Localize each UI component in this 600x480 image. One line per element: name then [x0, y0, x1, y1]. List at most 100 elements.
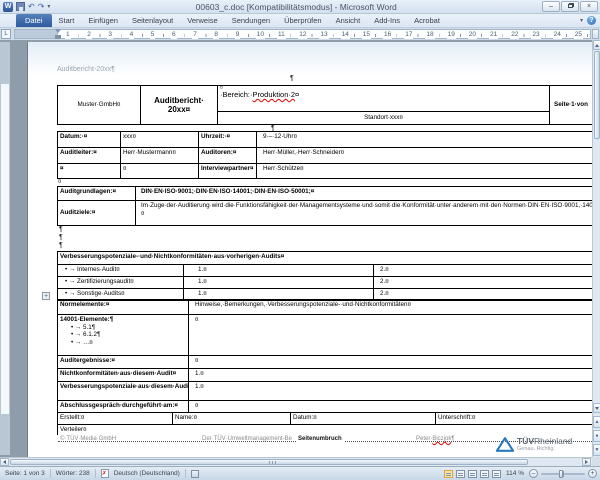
hanging-indent-marker[interactable]	[55, 35, 61, 39]
tab-seitenlayout[interactable]: Seitenlayout	[125, 14, 180, 27]
tab-datei[interactable]: Datei	[16, 14, 52, 27]
elemente-14001-cell[interactable]: 14001-Elemente:¶ • → 5.1¶ • → 6.1.2¶ • →…	[58, 315, 189, 356]
scroll-left-button[interactable]	[0, 458, 9, 466]
document-area: Auditbericht-20xx¶ ¶ Muster·GmbH¤ Auditb…	[0, 40, 600, 457]
unterschrift-cell[interactable]: Unterschrift:¤	[436, 413, 592, 425]
print-layout-view-button[interactable]	[444, 470, 453, 478]
minimize-button[interactable]: –	[542, 1, 560, 12]
tab-verweise[interactable]: Verweise	[180, 14, 224, 27]
scroll-down-button[interactable]	[593, 403, 600, 413]
signature-table: Erstellt:¤ Name:¤ Datum:¤ Unterschrift:¤…	[57, 412, 592, 435]
auditergebnisse-value-cell[interactable]: ¤	[189, 356, 592, 369]
ruler-number: 3	[107, 30, 113, 39]
outline-view-button[interactable]	[480, 470, 489, 478]
uhrzeit-value-cell[interactable]: 9·–·12·Uhr¤	[257, 132, 592, 148]
document-page[interactable]: Auditbericht-20xx¶ ¶ Muster·GmbH¤ Auditb…	[28, 42, 592, 457]
page-number-cell[interactable]: Seite·1·von	[550, 86, 592, 125]
horizontal-scrollbar[interactable]	[0, 457, 600, 466]
zertifizierungsaudit-cell[interactable]: • → Zertifizierungsaudit¤	[58, 277, 184, 289]
tab-stop-selector[interactable]: L	[1, 29, 11, 39]
vertical-scroll-thumb[interactable]	[594, 51, 600, 139]
auditziele-label-cell[interactable]: Auditziele:¤	[58, 201, 136, 226]
ruler-number: 7	[192, 30, 198, 39]
zoom-level[interactable]: 114 %	[504, 470, 526, 477]
empty-label-cell[interactable]: ¤	[58, 164, 121, 179]
tab-einfuegen[interactable]: Einfügen	[81, 14, 125, 27]
tab-sendungen[interactable]: Sendungen	[225, 14, 277, 27]
tab-addins[interactable]: Add-Ins	[367, 14, 407, 27]
uhrzeit-label-cell[interactable]: Uhrzeit:·¤	[199, 132, 257, 148]
interviewpartner-label-cell[interactable]: Interviewpartner¤	[199, 164, 257, 179]
close-button[interactable]: ×	[580, 1, 598, 12]
vorherige-audits-header-cell[interactable]: Verbesserungspotenziale-·und·Nichtkonfor…	[58, 252, 592, 265]
erstellt-cell[interactable]: Erstellt:¤	[58, 413, 173, 425]
elemente-14001-value-cell[interactable]: ¤	[189, 315, 592, 356]
datum-value-cell[interactable]: xxx¤	[121, 132, 199, 148]
table-move-handle-icon[interactable]: +	[42, 292, 50, 300]
help-icon[interactable]: ?	[587, 16, 596, 25]
ruler-number: 17	[404, 30, 413, 39]
web-layout-view-button[interactable]	[468, 470, 477, 478]
vertical-scrollbar[interactable]: ▲ ● ▼	[592, 40, 600, 457]
draft-view-button[interactable]	[492, 470, 501, 478]
company-cell[interactable]: Muster·GmbH¤	[58, 86, 141, 125]
standort-row[interactable]: Standort·xxx¤	[218, 111, 549, 124]
nichtkonformitaeten-value-cell[interactable]: 1.¤	[189, 369, 592, 382]
datum-label-cell[interactable]: Datum:·¤	[58, 132, 121, 148]
verteiler-cell[interactable]: Verteiler¤	[58, 425, 592, 435]
internes-audit-cell[interactable]: • → Internes·Audit¤	[58, 265, 184, 277]
auditergebnisse-label-cell[interactable]: Auditergebnisse:¤	[58, 356, 189, 369]
save-icon[interactable]	[16, 2, 25, 11]
zertifizierungsaudit-value1-cell[interactable]: 1.¤	[184, 277, 374, 289]
tab-start[interactable]: Start	[52, 14, 82, 27]
zoom-slider-thumb[interactable]	[559, 470, 563, 478]
auditleiter-label-cell[interactable]: Auditleiter:¤	[58, 148, 121, 164]
tab-ansicht[interactable]: Ansicht	[329, 14, 368, 27]
zoom-slider[interactable]	[541, 473, 585, 475]
auditgrundlagen-value-cell[interactable]: DIN·EN·ISO·9001;·DIN·EN·ISO·14001;·DIN·E…	[136, 187, 592, 201]
normelemente-value-cell[interactable]: Hinweise,·Bemerkungen,·Verbesserungspote…	[189, 300, 592, 315]
zertifizierungsaudit-value2-cell[interactable]: 2.¤	[374, 277, 592, 289]
auditgrundlagen-label-cell[interactable]: Auditgrundlagen:¤	[58, 187, 136, 201]
previous-page-button[interactable]: ▲	[593, 416, 600, 428]
browse-object-button[interactable]: ●	[593, 430, 600, 442]
horizontal-scroll-thumb[interactable]	[10, 459, 528, 465]
first-line-indent-marker[interactable]	[55, 29, 61, 33]
scroll-right-button[interactable]	[582, 458, 591, 466]
status-misc-icon[interactable]	[191, 470, 199, 478]
auditoren-value-cell[interactable]: Herr·Müller,·Herr·Schneider¤	[257, 148, 592, 164]
zoom-out-button[interactable]: –	[529, 469, 538, 478]
zoom-in-button[interactable]: +	[588, 469, 597, 478]
verbesserungspotenziale-value-cell[interactable]: 1.¤	[189, 382, 592, 401]
tab-acrobat[interactable]: Acrobat	[407, 14, 447, 27]
auditoren-label-cell[interactable]: Auditoren:¤	[199, 148, 257, 164]
undo-icon[interactable]: ↶	[28, 2, 35, 12]
bereich-standort-cell[interactable]: ¤ ·Bereich:·Produktion·2¤ Standort·xxx¤	[218, 86, 550, 125]
interviewpartner-value-cell[interactable]: Herr·Schütze¤	[257, 164, 592, 179]
word-app-icon[interactable]: W	[3, 2, 13, 12]
scroll-up-button[interactable]	[593, 40, 600, 50]
empty-value-cell[interactable]: ¤	[121, 164, 199, 179]
auditziele-value-cell[interactable]: Im·Zuge·der·Auditierung·wird·die·Funktio…	[136, 201, 592, 226]
name-cell[interactable]: Name:¤	[173, 413, 291, 425]
status-page-count[interactable]: Seite: 1 von 3	[0, 470, 50, 477]
normelemente-label-cell[interactable]: Normelemente:¤	[58, 300, 189, 315]
redo-icon[interactable]: ↷	[38, 2, 45, 12]
internes-audit-value2-cell[interactable]: 2.¤	[374, 265, 592, 277]
nichtkonformitaeten-label-cell[interactable]: Nichtkonformitäten·aus·diesem·Audit¤	[58, 369, 189, 382]
internes-audit-value1-cell[interactable]: 1.¤	[184, 265, 374, 277]
restore-button[interactable]	[561, 1, 579, 12]
spelling-check-icon[interactable]	[101, 469, 109, 478]
status-word-count[interactable]: Wörter: 238	[51, 470, 95, 477]
title-bar: W ↶ ↷ ▾ 00603_c.doc [Kompatibilitätsmodu…	[0, 0, 600, 14]
next-page-button[interactable]: ▼	[593, 444, 600, 456]
ribbon-expand-chevron-icon[interactable]: ▾	[580, 17, 583, 24]
datum-cell[interactable]: Datum:¤	[291, 413, 436, 425]
auditleiter-value-cell[interactable]: Herr·Mustermann¤	[121, 148, 199, 164]
ruler-toggle-button[interactable]	[592, 29, 599, 39]
fullscreen-reading-view-button[interactable]	[456, 470, 465, 478]
report-title-cell[interactable]: Auditbericht· 20xx¤	[141, 86, 218, 125]
verbesserungspotenziale-label-cell[interactable]: Verbesserungspotenziale·aus·diesem·Audit…	[58, 382, 189, 401]
tab-ueberpruefen[interactable]: Überprüfen	[277, 14, 329, 27]
status-language[interactable]: Deutsch (Deutschland)	[109, 470, 185, 477]
